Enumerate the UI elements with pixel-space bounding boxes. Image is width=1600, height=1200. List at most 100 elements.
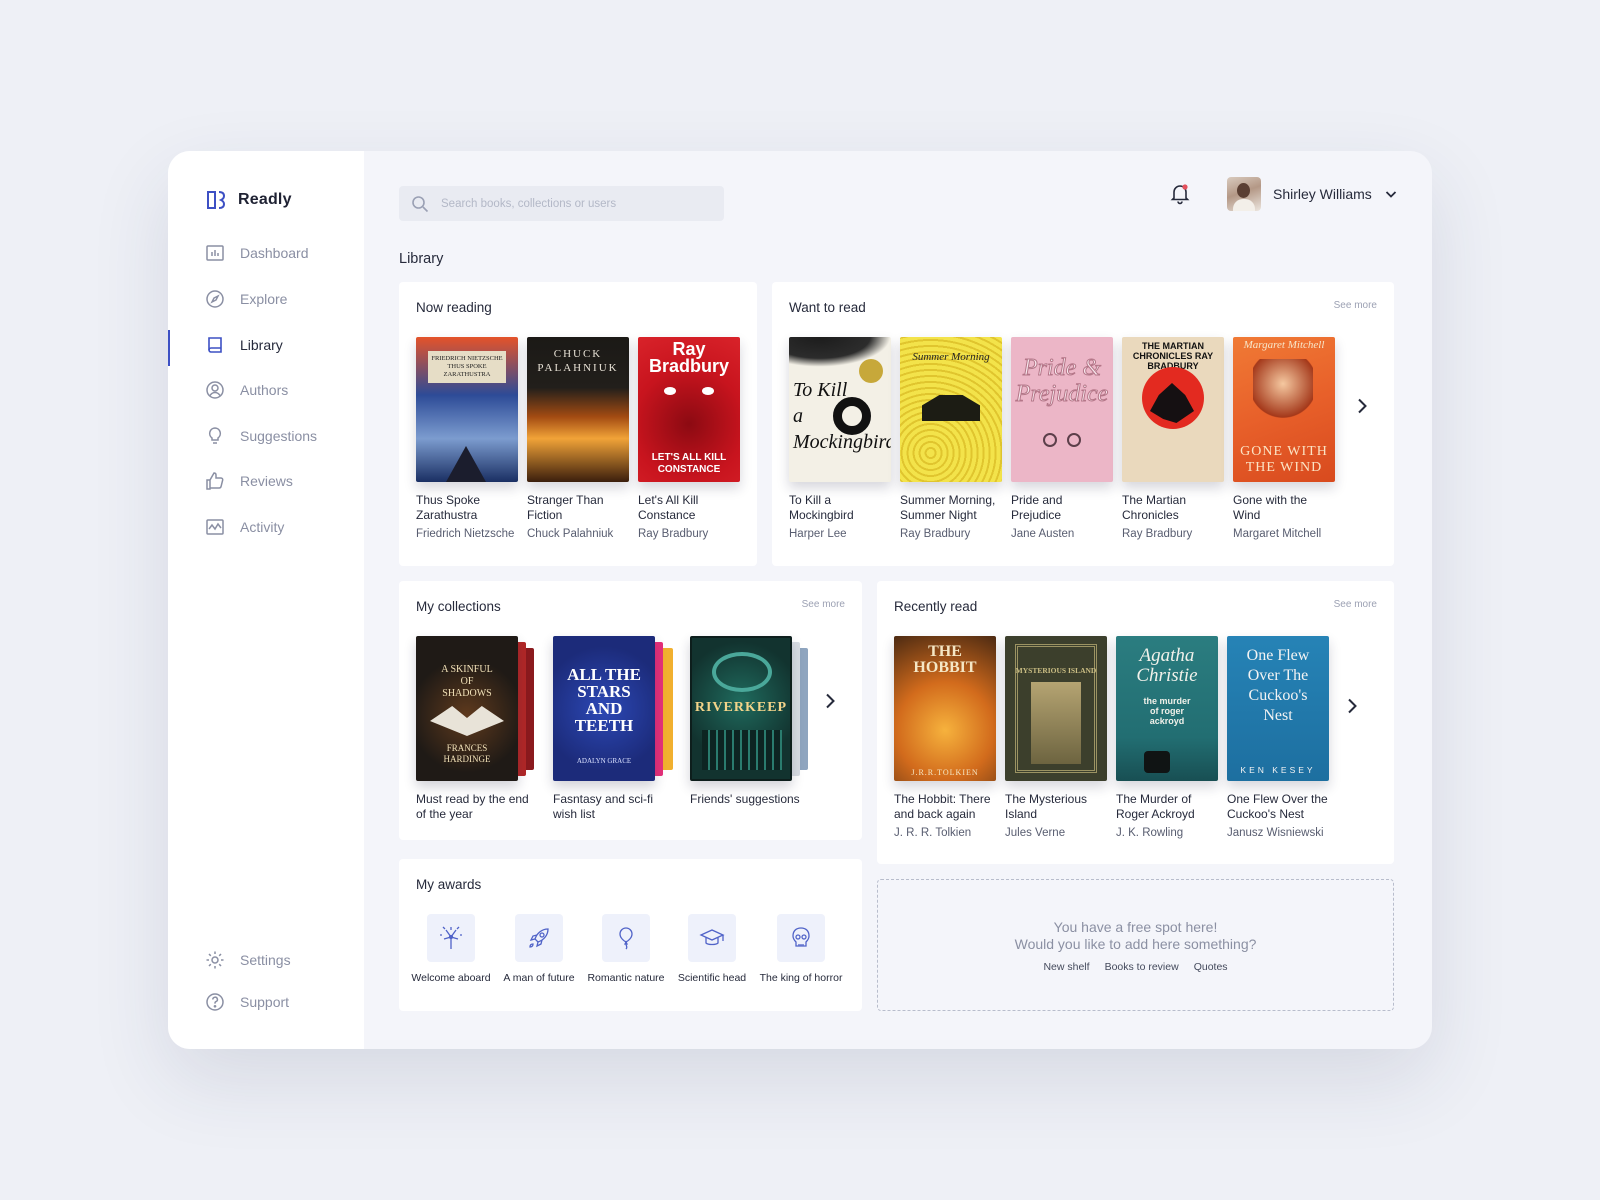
readly-logo-icon: [207, 191, 226, 209]
book-title: The Martian Chronicles: [1122, 493, 1187, 522]
user-menu[interactable]: Shirley Williams: [1227, 177, 1398, 211]
balloon-icon: [619, 927, 633, 950]
sidebar-item-dashboard[interactable]: Dashboard: [168, 236, 364, 270]
book-item[interactable]: To Kill a Mockingbird To Kill a Mockingb…: [789, 337, 891, 540]
see-more-link[interactable]: See more: [1334, 599, 1377, 610]
collection-item[interactable]: RIVERKEEP Friends' suggestions: [690, 636, 815, 826]
book-item[interactable]: Ray Bradbury LET'S ALL KILL CONSTANCE Le…: [638, 337, 740, 540]
app-name: Readly: [238, 191, 292, 208]
book-title: Thus Spoke Zarathustra: [416, 493, 481, 522]
search-icon: [412, 195, 429, 212]
book-cover: To Kill a Mockingbird: [789, 337, 891, 482]
award-item[interactable]: Scientific head: [667, 914, 757, 984]
book-author: Chuck Palahniuk: [527, 528, 614, 540]
book-item[interactable]: Summer Morning Summer Morning, Summer Ni…: [900, 337, 1002, 540]
book-item[interactable]: CHUCK PALAHNIUK Stranger Than Fiction Ch…: [527, 337, 629, 540]
graduation-cap-icon: [699, 929, 725, 946]
book-item[interactable]: FRIEDRICH NIETZSCHE THUS SPOKE ZARATHUST…: [416, 337, 518, 540]
user-name: Shirley Williams: [1273, 186, 1372, 202]
card-title: My awards: [416, 877, 482, 892]
award-icon-box: [515, 914, 563, 962]
cover-text: A SKINFUL OF SHADOWS: [441, 664, 493, 699]
thumbs-up-icon: [206, 472, 224, 490]
book-title: The Mysterious Island: [1005, 792, 1088, 821]
book-title: To Kill a Mockingbird: [789, 493, 854, 522]
cover-text: Pride & Prejudice: [1015, 355, 1109, 408]
collection-label: Friends' suggestions: [690, 792, 800, 806]
sidebar-item-library[interactable]: Library: [168, 328, 364, 366]
book-author: J. K. Rowling: [1116, 827, 1184, 839]
cover-subtitle: J.R.R.TOLKIEN: [911, 768, 979, 777]
now-reading-card: Now reading FRIEDRICH NIETZSCHE THUS SPO…: [399, 282, 757, 566]
my-collections-card: My collections See more A SKINFUL OF SHA…: [399, 581, 862, 840]
chart-icon: [206, 245, 224, 261]
award-label: Scientific head: [677, 972, 747, 984]
sidebar-item-activity[interactable]: Activity: [168, 510, 364, 544]
compass-icon: [206, 290, 224, 308]
sidebar-item-label: Suggestions: [240, 428, 318, 444]
chevron-right-icon[interactable]: [1352, 396, 1372, 416]
my-awards-card: My awards Welcome aboard A man of future…: [399, 859, 862, 1011]
award-item[interactable]: The king of horror: [756, 914, 846, 984]
book-item[interactable]: Margaret Mitchell GONE WITH THE WIND Gon…: [1233, 337, 1335, 540]
sidebar-item-reviews[interactable]: Reviews: [168, 464, 364, 498]
book-item[interactable]: THE HOBBIT J.R.R.TOLKIEN The Hobbit: The…: [894, 636, 996, 839]
sidebar-item-explore[interactable]: Explore: [168, 282, 364, 316]
book-title: The Hobbit: There and back again: [894, 792, 991, 821]
award-icon-box: [602, 914, 650, 962]
collection-item[interactable]: ALL THE STARS AND TEETH ADALYN GRACE Fas…: [553, 636, 678, 826]
search-bar[interactable]: [399, 186, 724, 221]
search-input[interactable]: [441, 197, 701, 210]
collection-cover: ALL THE STARS AND TEETH ADALYN GRACE: [553, 636, 655, 781]
rocket-icon: [529, 928, 549, 948]
book-item[interactable]: THE MARTIAN CHRONICLES RAY BRADBURY The …: [1122, 337, 1224, 540]
skull-icon: [792, 927, 810, 947]
gear-icon: [206, 951, 224, 969]
book-item[interactable]: Agatha Christie the murder of roger ackr…: [1116, 636, 1218, 839]
sidebar-item-settings[interactable]: Settings: [168, 943, 364, 977]
sidebar-item-authors[interactable]: Authors: [168, 373, 364, 407]
chevron-right-icon[interactable]: [1342, 696, 1362, 716]
award-icon-box: [427, 914, 475, 962]
book-cover: CHUCK PALAHNIUK: [527, 337, 629, 482]
book-item[interactable]: One Flew Over The Cuckoo's Nest KEN KESE…: [1227, 636, 1329, 839]
book-item[interactable]: MYSTERIOUS ISLAND The Mysterious Island …: [1005, 636, 1107, 839]
cover-text: FRIEDRICH NIETZSCHE THUS SPOKE ZARATHUST…: [428, 351, 506, 383]
sidebar: Readly Dashboard Explore Library Authors…: [168, 151, 364, 1049]
card-title: Want to read: [789, 300, 866, 315]
book-cover: Ray Bradbury LET'S ALL KILL CONSTANCE: [638, 337, 740, 482]
sidebar-item-label: Support: [240, 994, 290, 1010]
book-cover: MYSTERIOUS ISLAND: [1005, 636, 1107, 781]
notification-bell-icon[interactable]: [1168, 181, 1192, 205]
sidebar-item-suggestions[interactable]: Suggestions: [168, 419, 364, 453]
cover-subtitle: Margaret Mitchell: [1243, 339, 1325, 351]
cover-subtitle: the murder of roger ackroyd: [1143, 696, 1191, 726]
award-icon-box: [777, 914, 825, 962]
logo[interactable]: Readly: [205, 189, 292, 211]
cover-text: MYSTERIOUS ISLAND: [1015, 666, 1097, 675]
book-cover: Pride & Prejudice: [1011, 337, 1113, 482]
see-more-link[interactable]: See more: [802, 599, 845, 610]
card-title: Now reading: [416, 300, 492, 315]
book-title: Let's All Kill Constance: [638, 493, 699, 522]
award-item[interactable]: Romantic nature: [581, 914, 671, 984]
books-to-review-link[interactable]: Books to review: [1105, 961, 1179, 973]
new-shelf-link[interactable]: New shelf: [1043, 961, 1089, 973]
award-item[interactable]: Welcome aboard: [406, 914, 496, 984]
book-author: J. R. R. Tolkien: [894, 827, 972, 839]
sidebar-item-support[interactable]: Support: [168, 985, 364, 1019]
cover-text: Ray Bradbury: [648, 339, 729, 376]
sidebar-item-label: Authors: [240, 382, 289, 398]
quotes-link[interactable]: Quotes: [1194, 961, 1228, 973]
collection-item[interactable]: A SKINFUL OF SHADOWS FRANCES HARDINGE Mu…: [416, 636, 541, 826]
help-icon: [206, 993, 224, 1011]
award-item[interactable]: A man of future: [494, 914, 584, 984]
book-cover: Summer Morning: [900, 337, 1002, 482]
chevron-right-icon[interactable]: [820, 691, 840, 711]
book-author: Ray Bradbury: [638, 528, 709, 540]
book-cover: Agatha Christie the murder of roger ackr…: [1116, 636, 1218, 781]
book-item[interactable]: Pride & Prejudice Pride and Prejudice Ja…: [1011, 337, 1113, 540]
card-title: My collections: [416, 599, 501, 614]
book-cover: Margaret Mitchell GONE WITH THE WIND: [1233, 337, 1335, 482]
see-more-link[interactable]: See more: [1334, 300, 1377, 311]
